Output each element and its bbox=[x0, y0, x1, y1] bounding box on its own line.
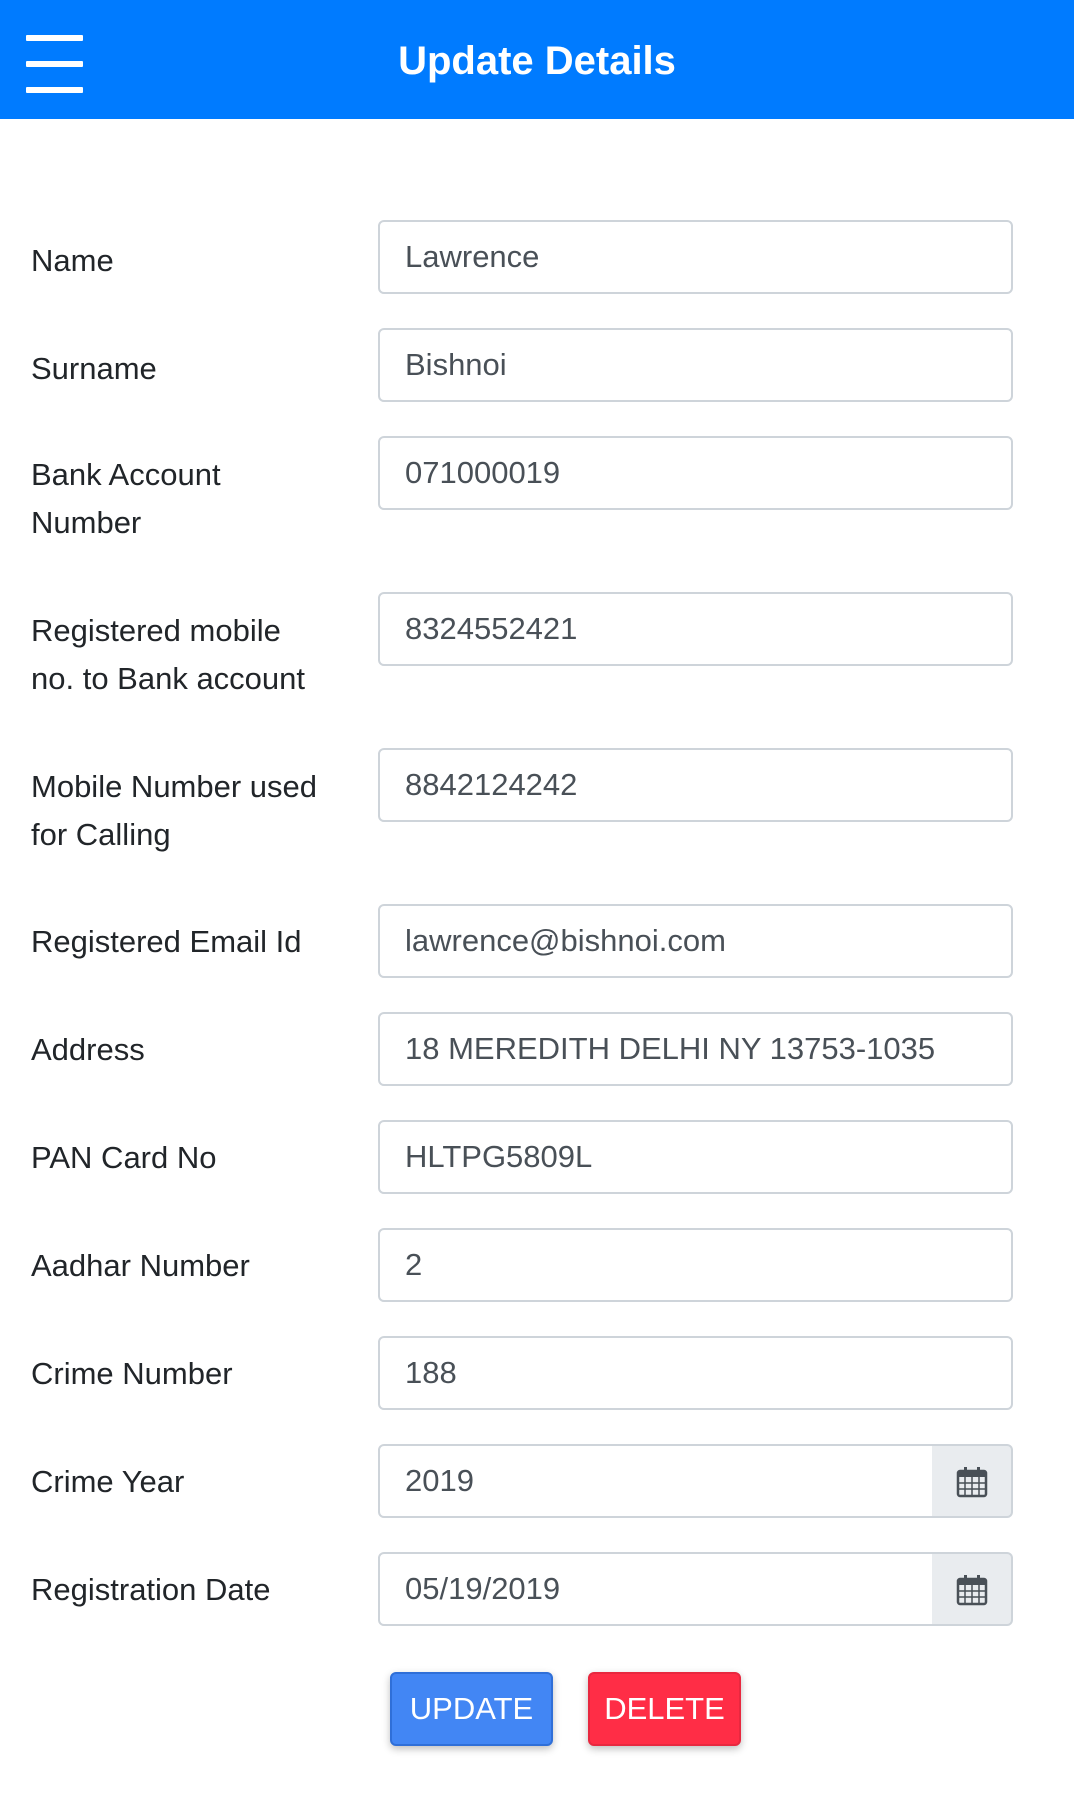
crime-year-label: Crime Year bbox=[31, 1464, 185, 1499]
registration-date-calendar-button[interactable] bbox=[932, 1552, 1013, 1626]
pan-card-input[interactable]: HLTPG5809L bbox=[378, 1120, 1013, 1194]
registration-date-label: Registration Date bbox=[31, 1572, 271, 1607]
update-button[interactable]: UPDATE bbox=[390, 1672, 553, 1746]
calendar-icon bbox=[956, 1467, 988, 1498]
email-input[interactable]: lawrence@bishnoi.com bbox=[378, 904, 1013, 978]
email-label: Registered Email Id bbox=[31, 924, 302, 959]
registered-mobile-label: Registered mobile no. to Bank account bbox=[31, 613, 306, 696]
address-label: Address bbox=[31, 1032, 145, 1067]
bank-account-input[interactable]: 071000019 bbox=[378, 436, 1013, 510]
crime-year-calendar-button[interactable] bbox=[932, 1444, 1013, 1518]
aadhar-label: Aadhar Number bbox=[31, 1248, 250, 1283]
registration-date-input[interactable]: 05/19/2019 bbox=[378, 1552, 934, 1626]
calling-mobile-input[interactable]: 8842124242 bbox=[378, 748, 1013, 822]
address-input[interactable]: 18 MEREDITH DELHI NY 13753-1035 bbox=[378, 1012, 1013, 1086]
app-header: Update Details bbox=[0, 0, 1074, 119]
pan-card-label: PAN Card No bbox=[31, 1140, 217, 1175]
registered-mobile-input[interactable]: 8324552421 bbox=[378, 592, 1013, 666]
surname-input[interactable]: Bishnoi bbox=[378, 328, 1013, 402]
delete-button[interactable]: DELETE bbox=[588, 1672, 741, 1746]
aadhar-input[interactable]: 2 bbox=[378, 1228, 1013, 1302]
crime-number-label: Crime Number bbox=[31, 1356, 233, 1391]
surname-label: Surname bbox=[31, 351, 157, 386]
crime-year-input[interactable]: 2019 bbox=[378, 1444, 934, 1518]
name-label: Name bbox=[31, 243, 114, 278]
page-title: Update Details bbox=[398, 39, 676, 83]
crime-number-input[interactable]: 188 bbox=[378, 1336, 1013, 1410]
name-input[interactable]: Lawrence bbox=[378, 220, 1013, 294]
calendar-icon bbox=[956, 1575, 988, 1606]
bank-account-label: Bank Account Number bbox=[31, 457, 221, 540]
calling-mobile-label: Mobile Number used for Calling bbox=[31, 769, 318, 852]
